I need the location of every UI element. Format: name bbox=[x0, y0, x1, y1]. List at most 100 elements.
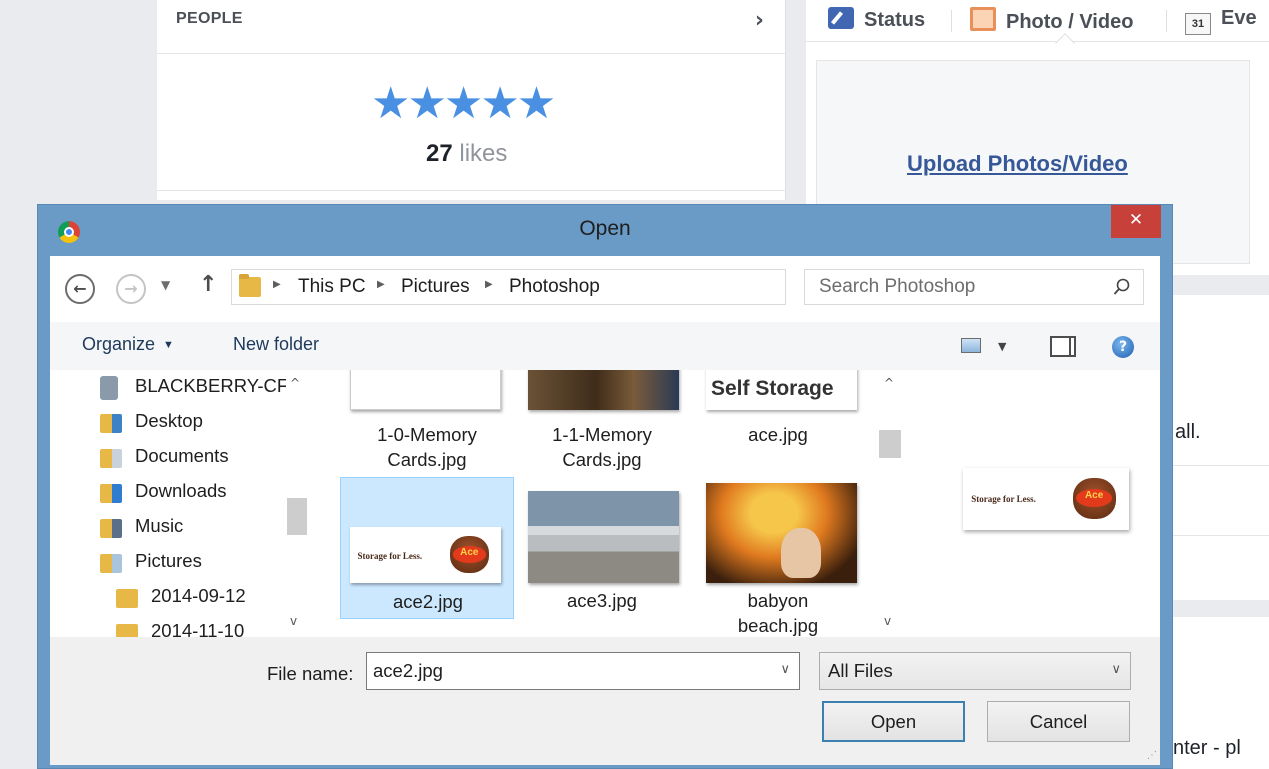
ace-logo-icon bbox=[449, 535, 489, 573]
tab-status[interactable]: Status bbox=[828, 7, 925, 32]
dialog-titlebar[interactable]: Open ✕ bbox=[38, 205, 1172, 257]
preview-pane-icon[interactable] bbox=[1050, 336, 1076, 357]
breadcrumb-pictures[interactable]: Pictures bbox=[401, 276, 470, 298]
scroll-up-icon[interactable]: ^ bbox=[884, 376, 894, 390]
organize-menu[interactable]: Organize ▼ bbox=[82, 334, 174, 355]
up-arrow-icon[interactable]: ↑ bbox=[199, 272, 217, 297]
file-name-line: 1-1-Memory bbox=[552, 424, 652, 445]
file-thumbnail: Storage for Less. bbox=[350, 527, 501, 583]
divider bbox=[1173, 465, 1269, 466]
cancel-button[interactable]: Cancel bbox=[987, 701, 1130, 742]
scroll-up-icon[interactable]: ^ bbox=[290, 376, 300, 390]
tab-divider bbox=[951, 10, 952, 32]
file-name-label: ace3.jpg bbox=[515, 588, 689, 613]
scrollbar-thumb[interactable] bbox=[879, 430, 901, 458]
photo-icon bbox=[970, 7, 996, 31]
nav-item-label: 2014-11-10 bbox=[151, 620, 245, 637]
search-input[interactable] bbox=[805, 270, 1105, 304]
back-arrow-icon[interactable]: ← bbox=[65, 274, 95, 304]
file-tile-ace3[interactable]: ace3.jpg bbox=[515, 477, 689, 619]
device-icon bbox=[100, 376, 118, 400]
search-icon[interactable] bbox=[1113, 278, 1131, 296]
dialog-footer: File name: ∨ All Files ∨ Open Cancel ⋰ bbox=[50, 637, 1160, 765]
file-name-line: 1-0-Memory bbox=[377, 424, 477, 445]
nav-item-label: Desktop bbox=[135, 410, 203, 431]
breadcrumb-separator-icon[interactable]: ▶ bbox=[273, 279, 281, 290]
nav-item-label: Downloads bbox=[135, 480, 227, 501]
calendar-icon: 31 bbox=[1185, 13, 1211, 35]
composer-tabs: Status Photo / Video 31 Eve bbox=[806, 0, 1269, 42]
scroll-down-icon[interactable]: v bbox=[884, 614, 891, 628]
upload-photos-video-link[interactable]: Upload Photos/Video bbox=[907, 151, 1128, 177]
pictures-folder-icon bbox=[100, 554, 122, 573]
nav-item-label: BLACKBERRY-CF bbox=[135, 375, 289, 396]
people-header[interactable]: PEOPLE › bbox=[157, 0, 786, 54]
breadcrumb-photoshop[interactable]: Photoshop bbox=[509, 276, 600, 298]
tab-event[interactable]: 31 Eve bbox=[1185, 7, 1257, 35]
file-list-scrollbar[interactable]: ^ v bbox=[877, 370, 903, 637]
desktop-folder-icon bbox=[100, 414, 122, 433]
breadcrumb-separator-icon[interactable]: ▶ bbox=[485, 279, 493, 290]
file-list: 1-0-Memory Cards.jpg 1-1-Memory Cards.jp… bbox=[313, 370, 913, 637]
nav-item-label: Music bbox=[135, 515, 184, 536]
feed-card: all. bbox=[1173, 295, 1269, 600]
recent-locations-chevron-icon[interactable]: ▼ bbox=[161, 278, 170, 292]
baby-figure bbox=[781, 528, 821, 578]
open-file-dialog: Open ✕ ← → ▼ ↑ ▶ This PC ▶ Pictures ▶ Ph… bbox=[37, 204, 1173, 769]
people-title: PEOPLE bbox=[176, 10, 243, 27]
file-type-value: All Files bbox=[828, 660, 893, 681]
change-view-icon[interactable] bbox=[961, 338, 981, 353]
view-options-chevron-icon[interactable]: ▼ bbox=[998, 340, 1006, 353]
resize-grip-icon[interactable]: ⋰ bbox=[1147, 750, 1157, 761]
divider bbox=[1173, 535, 1269, 536]
scroll-down-icon[interactable]: v bbox=[290, 614, 297, 628]
search-box[interactable] bbox=[804, 269, 1144, 305]
tab-status-label: Status bbox=[864, 9, 926, 31]
file-tile-1-1-memory-cards[interactable]: 1-1-Memory Cards.jpg bbox=[515, 370, 689, 470]
file-tile-1-0-memory-cards[interactable]: 1-0-Memory Cards.jpg bbox=[340, 370, 514, 470]
file-type-select[interactable]: All Files ∨ bbox=[819, 652, 1131, 690]
downloads-folder-icon bbox=[100, 484, 122, 503]
likes-number: 27 bbox=[426, 140, 453, 167]
address-bar[interactable]: ▶ This PC ▶ Pictures ▶ Photoshop ∨ ↻ bbox=[231, 269, 963, 305]
folder-icon bbox=[116, 624, 138, 637]
close-button[interactable]: ✕ bbox=[1111, 205, 1161, 238]
tab-photo-video-label: Photo / Video bbox=[1006, 11, 1134, 33]
feed-card: nter - pl bbox=[1173, 617, 1269, 769]
file-tile-babyon-beach[interactable]: babyon beach.jpg bbox=[691, 477, 865, 636]
file-name-input[interactable] bbox=[367, 653, 757, 689]
breadcrumb-this-pc[interactable]: This PC bbox=[298, 276, 366, 298]
likes-label: likes bbox=[459, 140, 508, 167]
file-tile-ace2[interactable]: Storage for Less. ace2.jpg bbox=[340, 477, 514, 619]
chevron-down-icon[interactable]: ∨ bbox=[780, 662, 790, 677]
file-name-line: Cards.jpg bbox=[387, 449, 467, 470]
navigation-pane: BLACKBERRY-CF Desktop Documents Download… bbox=[50, 370, 313, 637]
divider bbox=[157, 190, 786, 191]
file-name-label: File name: bbox=[267, 663, 354, 684]
nav-item-label: Pictures bbox=[135, 550, 202, 571]
likes-count: 27 likes bbox=[426, 140, 507, 168]
chevron-right-icon[interactable]: › bbox=[755, 8, 764, 33]
command-bar: Organize ▼ New folder ▼ ? bbox=[50, 322, 1160, 370]
nav-item-label: Documents bbox=[135, 445, 229, 466]
open-button[interactable]: Open bbox=[822, 701, 965, 742]
folder-icon bbox=[239, 274, 261, 297]
nav-item-label: 2014-09-12 bbox=[151, 585, 246, 606]
tab-photo-video[interactable]: Photo / Video bbox=[970, 7, 1133, 34]
music-folder-icon bbox=[100, 519, 122, 538]
file-name-combobox[interactable]: ∨ bbox=[366, 652, 800, 690]
breadcrumb-separator-icon[interactable]: ▶ bbox=[377, 279, 385, 290]
file-name-line: ace3.jpg bbox=[567, 590, 637, 611]
file-name-line: Cards.jpg bbox=[562, 449, 642, 470]
preview-image: Storage for Less. bbox=[963, 468, 1129, 530]
forward-arrow-icon[interactable]: → bbox=[116, 274, 146, 304]
tab-divider bbox=[1166, 10, 1167, 32]
file-tile-ace[interactable]: Self Storage ace.jpg bbox=[691, 370, 865, 468]
chevron-down-icon: ▼ bbox=[163, 339, 174, 351]
scrollbar-thumb[interactable] bbox=[287, 498, 307, 535]
preview-text: Storage for Less. bbox=[971, 494, 1036, 505]
rating-stars-icon: ★★★★★ bbox=[371, 78, 556, 129]
nav-scrollbar[interactable]: ^ v bbox=[286, 370, 308, 637]
help-icon[interactable]: ? bbox=[1112, 336, 1134, 358]
new-folder-button[interactable]: New folder bbox=[233, 334, 319, 355]
